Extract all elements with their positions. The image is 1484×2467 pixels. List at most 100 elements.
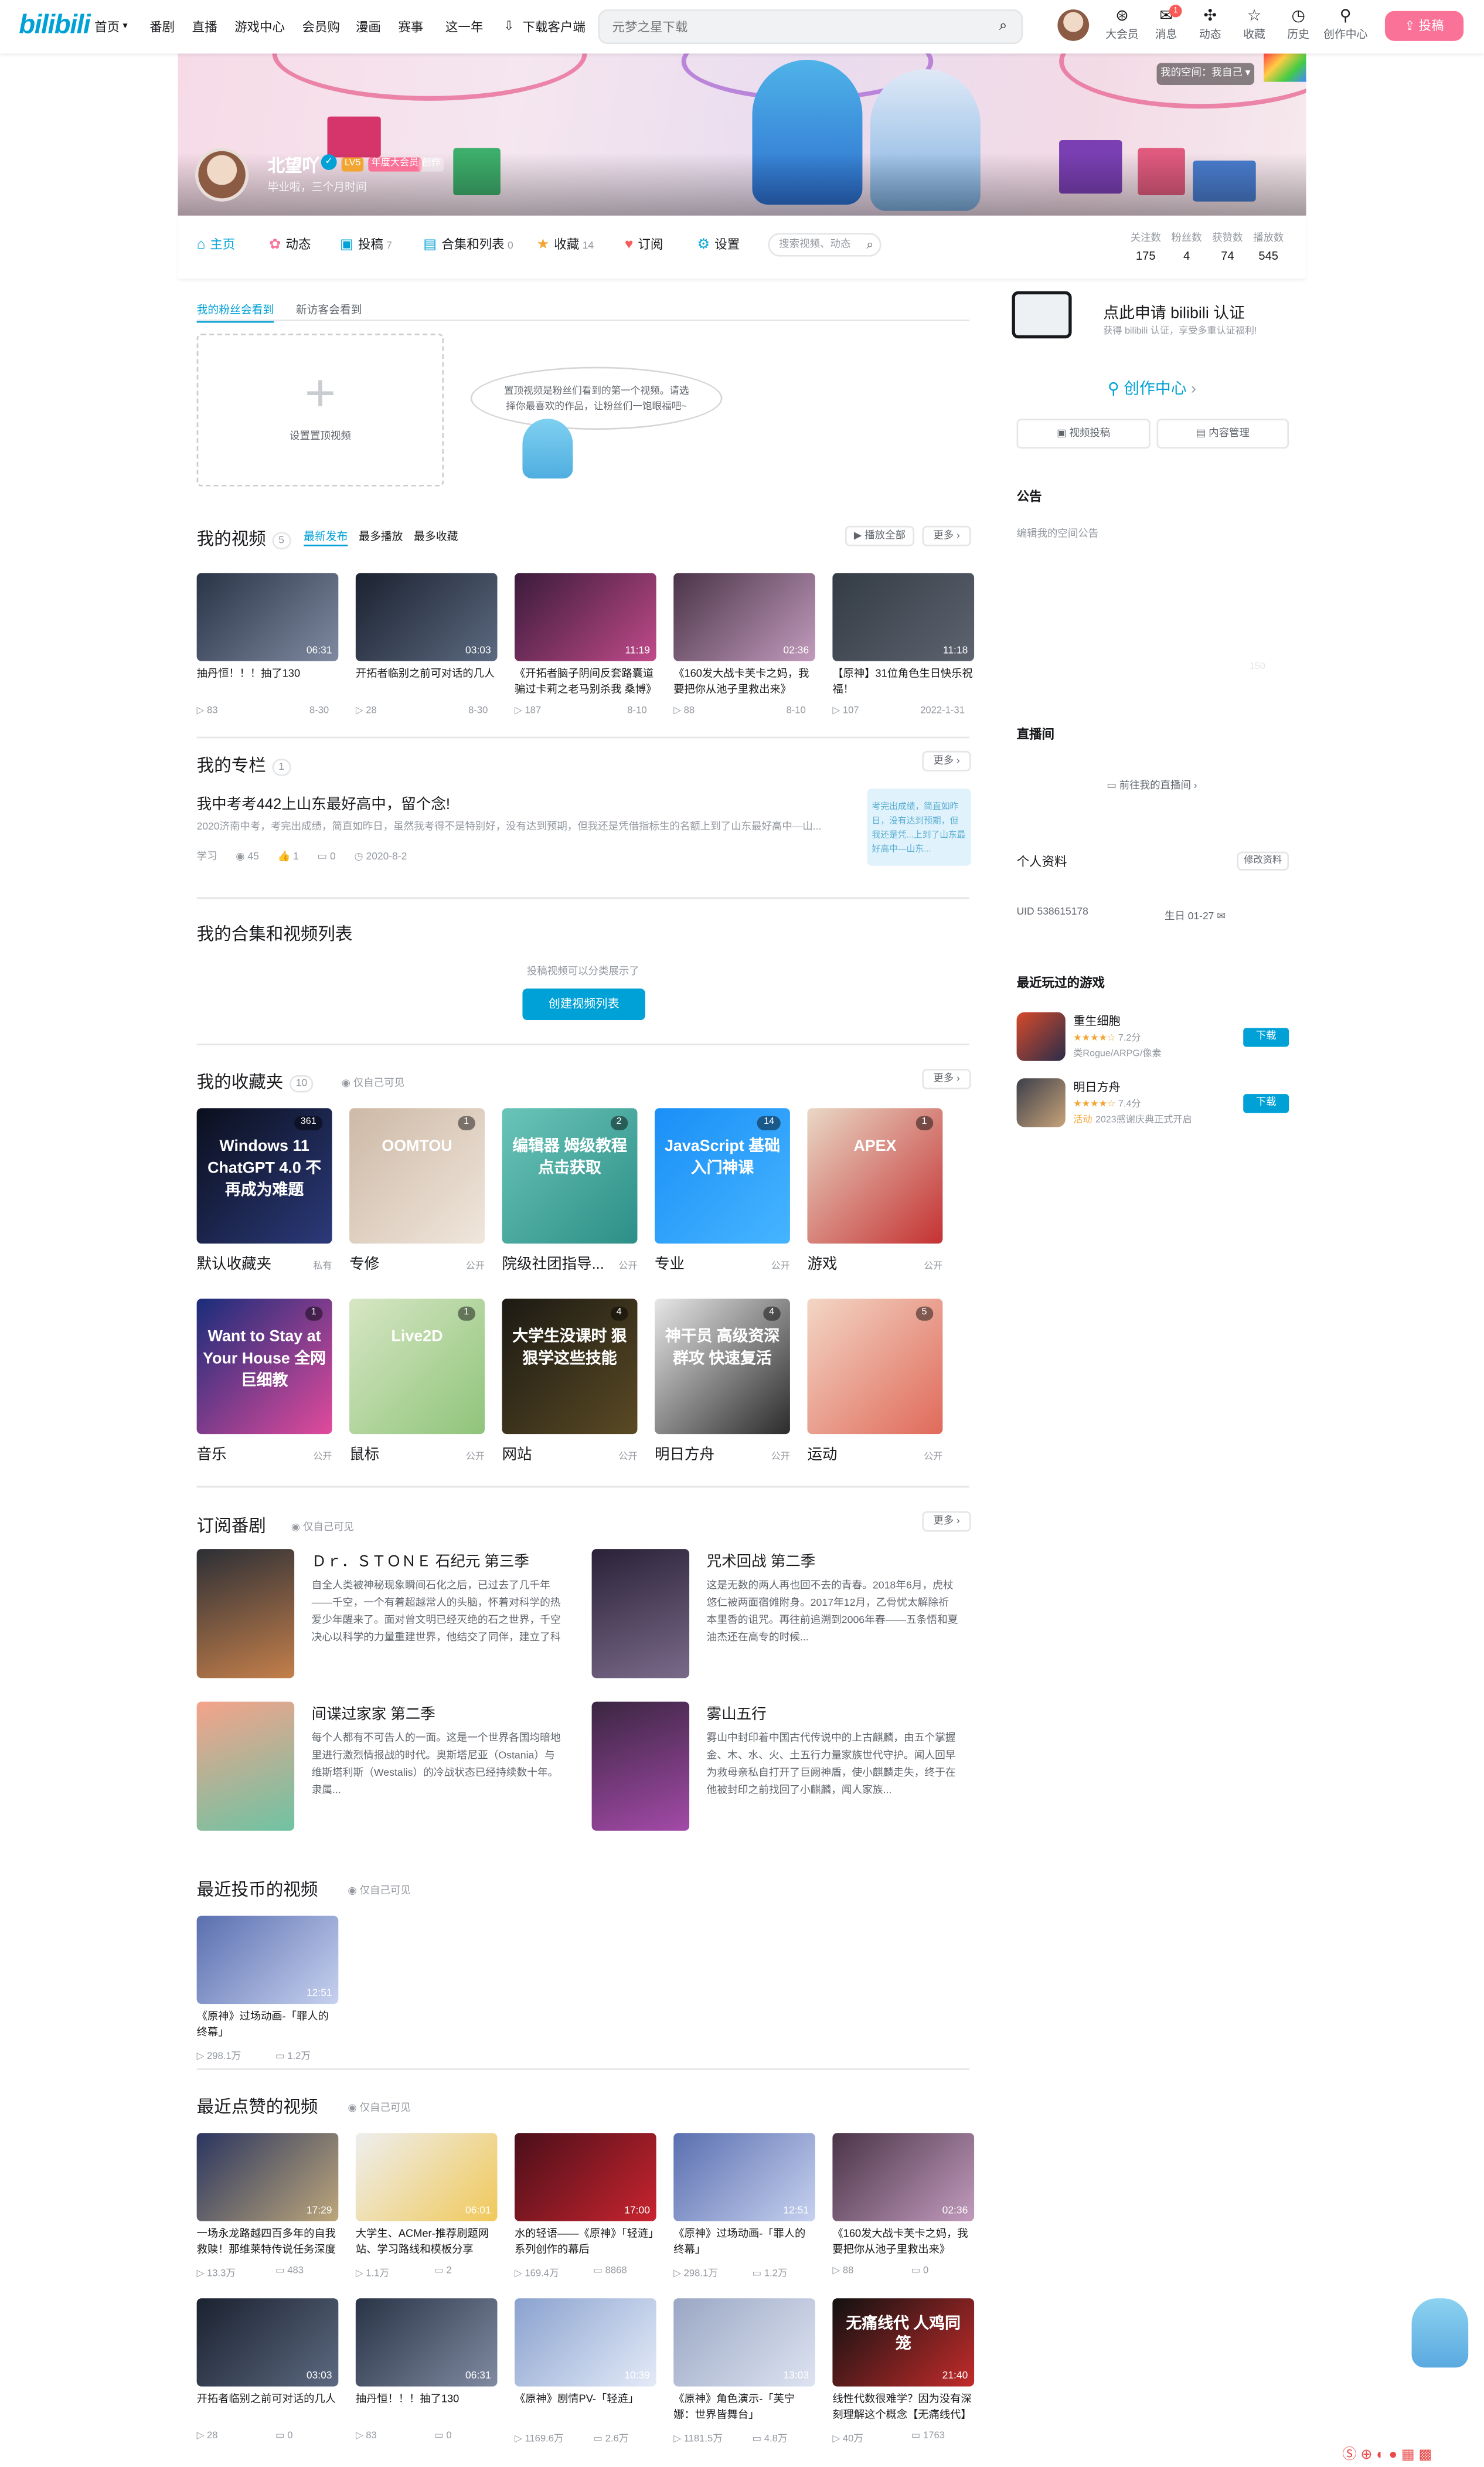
favorite-folder[interactable]: 大学生没课时 狠狠学这些技能 4 网站 公开	[502, 1299, 638, 1464]
stat-following[interactable]: 关注数 175	[1124, 228, 1168, 263]
bangumi-item[interactable]: Ｄｒ．ＳＴＯＮＥ 石纪元 第三季 自全人类被神秘现象瞬间石化之后，已过去了几千年—…	[196, 1549, 574, 1678]
folder-cover[interactable]: 编辑器 姆级教程 点击获取 2	[502, 1108, 638, 1244]
video-thumbnail[interactable]: 06:31	[355, 2298, 498, 2387]
video-thumbnail[interactable]: 02:36	[832, 2133, 975, 2221]
favorite-folder[interactable]: 编辑器 姆级教程 点击获取 2 院级社团指导... 公开	[502, 1108, 638, 1273]
favorite-folder[interactable]: JavaScript 基础入门神课 14 专业 公开	[655, 1108, 790, 1273]
video-upload-button[interactable]: ▣ 视频投稿	[1016, 419, 1151, 449]
favorite-folder[interactable]: 神干员 高级资深 群攻 快速复活 4 明日方舟 公开	[655, 1299, 790, 1464]
tab-dynamic[interactable]: ✿ 动态	[269, 236, 311, 254]
bangumi-cover[interactable]	[196, 1701, 295, 1831]
folder-cover[interactable]: Want to Stay at Your House 全网巨细教 1	[196, 1299, 332, 1435]
bangumi-item[interactable]: 间谍过家家 第二季 每个人都有不可告人的一面。这是一个世界各国均暗地里进行激烈情报…	[196, 1701, 574, 1831]
video-title[interactable]: 线性代数很难学？因为没有深刻理解这个概念【无痛线代】	[832, 2393, 974, 2424]
video-title[interactable]: 抽丹恒！！！抽了130	[356, 2393, 498, 2424]
tab-home[interactable]: ⌂ 主页	[197, 236, 236, 254]
go-live-room-link[interactable]: ▭ 前往我的直播间 ›	[998, 776, 1306, 792]
video-title[interactable]: 《原神》剧情PV-「轻涟」	[515, 2393, 656, 2424]
more-button[interactable]: 更多 ›	[922, 1069, 971, 1090]
favorite-folder[interactable]: Live2D 1 鼠标 公开	[349, 1299, 485, 1464]
video-card[interactable]: 13:03 《原神》角色演示-「芙宁娜：世界皆舞台」 ▷ 1181.5万 ▭ 4.8万	[673, 2298, 815, 2445]
favorite-folder[interactable]: 5 运动 公开	[807, 1299, 943, 1464]
video-thumbnail[interactable]: 13:03	[673, 2298, 815, 2387]
video-thumbnail[interactable]: 17:29	[196, 2133, 339, 2221]
video-card[interactable]: 无痛线代 人鸡同笼 21:40 线性代数很难学？因为没有深刻理解这个概念【无痛线代】…	[832, 2298, 975, 2445]
video-title[interactable]: 大学生、ACMer-推荐刷题网站、学习路线和模板分享	[356, 2227, 498, 2259]
folder-cover[interactable]: OOMTOU 1	[349, 1108, 485, 1244]
article-thumbnail[interactable]: 考完出成绩，简直如昨日，没有达到预期，但我还是凭...上到了山东最好高中—山东.…	[867, 789, 971, 866]
video-thumbnail[interactable]: 06:31	[196, 573, 339, 661]
video-title[interactable]: 抽丹恒！！！抽了130	[197, 667, 339, 699]
favorites-button[interactable]: ☆ 收藏	[1234, 8, 1275, 42]
nav-live[interactable]: 直播	[192, 19, 217, 36]
bangumi-cover[interactable]	[591, 1549, 690, 1678]
nav-download-client[interactable]: 下载客户端	[522, 19, 585, 36]
search-icon[interactable]: ⌕	[866, 235, 873, 255]
video-thumbnail[interactable]: 11:18	[832, 573, 975, 661]
nav-mall[interactable]: 会员购	[302, 19, 340, 36]
more-button[interactable]: 更多 ›	[922, 525, 971, 546]
video-card[interactable]: 11:18 【原神】31位角色生日快乐祝福！ ▷ 107 2022-1-31	[832, 573, 975, 719]
sort-most-favorited[interactable]: 最多收藏	[414, 529, 458, 545]
video-title[interactable]: 《160发大战卡芙卡之妈，我要把你从池子里救出来》	[832, 2227, 974, 2259]
more-button[interactable]: 更多 ›	[922, 1511, 971, 1532]
game-item[interactable]: 重生细胞 ★★★★☆ 7.2分 类Rogue/ARPG/像素 下载	[1016, 1012, 1294, 1066]
video-thumbnail[interactable]: 12:51	[673, 2133, 815, 2221]
certification-card[interactable]: 点此申请 bilibili 认证 获得 bilibili 认证，享受多重认证福利…	[998, 285, 1306, 348]
video-title[interactable]: 《原神》过场动画-「罪人的终幕」	[197, 2010, 339, 2042]
tab-collections[interactable]: ▤ 合集和列表 0	[423, 236, 513, 254]
vip-button[interactable]: ⊛ 大会员	[1102, 8, 1143, 42]
bilibili-logo[interactable]: bilibili	[19, 9, 90, 41]
nav-home[interactable]: 首页	[94, 19, 120, 36]
bangumi-item[interactable]: 咒术回战 第二季 这是无数的两人再也回不去的青春。2018年6月，虎杖悠仁被两面宿…	[591, 1549, 969, 1678]
avatar[interactable]	[1057, 9, 1090, 41]
video-card[interactable]: 06:31 抽丹恒！！！抽了130 ▷ 83 8-30	[196, 573, 339, 719]
folder-cover[interactable]: 大学生没课时 狠狠学这些技能 4	[502, 1299, 638, 1435]
video-card[interactable]: 10:39 《原神》剧情PV-「轻涟」 ▷ 1169.6万 ▭ 2.6万	[515, 2298, 656, 2445]
video-thumbnail[interactable]: 无痛线代 人鸡同笼 21:40	[832, 2298, 975, 2387]
bangumi-cover[interactable]	[591, 1701, 690, 1831]
video-card[interactable]: 02:36 《160发大战卡芙卡之妈，我要把你从池子里救出来》 ▷ 88 8-10	[673, 573, 815, 719]
bangumi-title[interactable]: 咒术回战 第二季	[707, 1549, 816, 1571]
video-card[interactable]: 11:19 《开拓者脑子阴间反套路囊道骗过卡莉之老马别杀我 桑博》 ▷ 187 8-1…	[515, 573, 656, 719]
folder-cover[interactable]: 5	[807, 1299, 943, 1435]
sort-most-played[interactable]: 最多播放	[359, 529, 403, 545]
tab-settings[interactable]: ⚙ 设置	[697, 236, 740, 254]
space-view-switch[interactable]: 我的空间：我自己 ▾	[1156, 63, 1255, 85]
video-card[interactable]: 17:00 水的轻语——《原神》「轻涟」系列创作的幕后 ▷ 169.4万 ▭ 8868	[515, 2133, 656, 2279]
video-thumbnail[interactable]: 06:01	[355, 2133, 498, 2221]
history-button[interactable]: ◷ 历史	[1278, 8, 1319, 42]
folder-cover[interactable]: Windows 11 ChatGPT 4.0 不再成为难题 361	[196, 1108, 332, 1244]
bangumi-title[interactable]: 雾山五行	[707, 1702, 767, 1724]
space-search-input[interactable]: 搜索视频、动态 ⌕	[768, 233, 881, 257]
video-title[interactable]: 水的轻语——《原神》「轻涟」系列创作的幕后	[515, 2227, 656, 2259]
game-download-button[interactable]: 下载	[1243, 1028, 1289, 1047]
favorite-folder[interactable]: OOMTOU 1 专修 公开	[349, 1108, 485, 1273]
folder-cover[interactable]: Live2D 1	[349, 1299, 485, 1435]
video-title[interactable]: 《原神》过场动画-「罪人的终幕」	[673, 2227, 815, 2259]
creator-center-link[interactable]: ⚲ 创作中心 ›	[998, 375, 1306, 399]
sort-latest[interactable]: 最新发布	[304, 529, 348, 546]
video-thumbnail[interactable]: 03:03	[355, 573, 498, 661]
video-title[interactable]: 开拓者临别之前可对话的几人	[356, 667, 498, 699]
profile-avatar[interactable]	[195, 148, 249, 202]
floating-mascot-image[interactable]	[1411, 2298, 1469, 2368]
folder-cover[interactable]: APEX 1	[807, 1108, 943, 1244]
favorite-folder[interactable]: Want to Stay at Your House 全网巨细教 1 音乐 公开	[196, 1299, 332, 1464]
favorite-folder[interactable]: APEX 1 游戏 公开	[807, 1108, 943, 1273]
video-card[interactable]: 02:36 《160发大战卡芙卡之妈，我要把你从池子里救出来》 ▷ 88 ▭ 0	[832, 2133, 975, 2279]
bangumi-title[interactable]: Ｄｒ．ＳＴＯＮＥ 石纪元 第三季	[312, 1549, 529, 1571]
search-input[interactable]	[600, 12, 962, 43]
creator-center-button[interactable]: ⚲ 创作中心	[1319, 8, 1372, 42]
video-card[interactable]: 03:03 开拓者临别之前可对话的几人 ▷ 28 ▭ 0	[196, 2298, 339, 2445]
nav-manga[interactable]: 漫画	[356, 19, 381, 36]
game-download-button[interactable]: 下载	[1243, 1094, 1289, 1113]
video-thumbnail[interactable]: 10:39	[515, 2298, 656, 2387]
video-title[interactable]: 一场永龙路越四百多年的自我救赎！那维莱特传说任务深度	[197, 2227, 339, 2259]
game-item[interactable]: 明日方舟 ★★★★☆ 7.4分 活动 2023感谢庆典正式开启 下载	[1016, 1078, 1294, 1131]
nav-esports[interactable]: 赛事	[398, 19, 423, 36]
folder-cover[interactable]: 神干员 高级资深 群攻 快速复活 4	[655, 1299, 790, 1435]
notice-textarea[interactable]: 编辑我的空间公告	[1017, 524, 1288, 682]
video-title[interactable]: 《原神》角色演示-「芙宁娜：世界皆舞台」	[673, 2393, 815, 2424]
create-list-button[interactable]: 创建视频列表	[522, 988, 645, 1020]
